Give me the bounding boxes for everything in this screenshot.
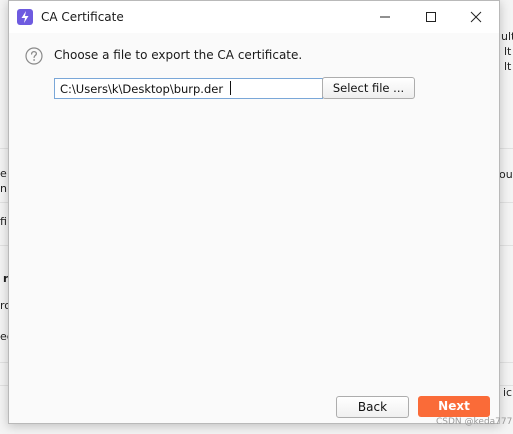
back-button[interactable]: Back [336,396,409,418]
background-text: n [0,182,7,195]
prompt-text: Choose a file to export the CA certifica… [54,48,303,62]
minimize-button[interactable] [362,1,408,33]
background-text: lt [504,45,512,58]
file-path-input[interactable] [54,78,323,99]
lightning-icon [17,9,33,25]
minimize-icon [380,16,390,18]
background-text: e [0,167,7,180]
close-button[interactable] [453,1,499,33]
ca-certificate-dialog: CA Certificate Choose a file to export t… [8,0,500,424]
close-icon [470,11,482,23]
background-text: ou [499,168,513,181]
select-file-button[interactable]: Select file ... [322,77,415,99]
maximize-icon [426,12,436,22]
text-caret [230,81,231,95]
maximize-button[interactable] [408,1,454,33]
background-text: ult [501,30,513,43]
window-title: CA Certificate [41,10,124,24]
background-text: lt [504,60,512,73]
title-bar: CA Certificate [9,1,499,33]
background-text: ic [503,386,513,399]
question-icon [25,47,43,65]
next-button[interactable]: Next [418,396,490,417]
background-text: fi [0,215,7,228]
watermark-text: CSDN @keda777 [436,417,513,427]
